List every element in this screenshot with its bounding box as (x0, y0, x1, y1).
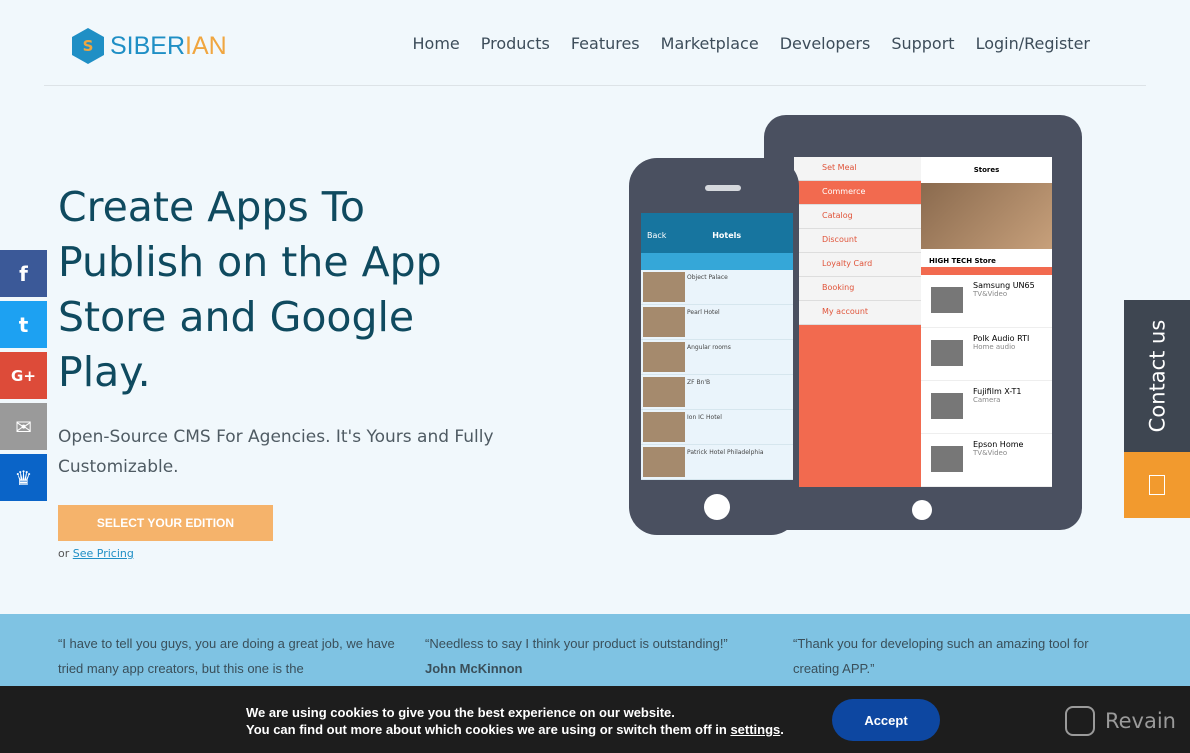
store-name: HIGH TECH Store (921, 249, 1052, 275)
store-image (921, 183, 1052, 249)
phone-home-button (704, 494, 730, 520)
product-name: Fujifilm X-T1 (973, 387, 1022, 396)
select-edition-button[interactable]: SELECT YOUR EDITION (58, 505, 273, 541)
hotel-row: Ion IC Hotel (641, 410, 793, 445)
hotel-name: Ion IC Hotel (687, 414, 722, 421)
cookie-line-2: You can find out more about which cookie… (246, 722, 727, 737)
product-item: Samsung UN65 TV&Video (921, 275, 1052, 328)
google-plus-icon[interactable]: G+ (0, 352, 47, 399)
see-pricing-link[interactable]: See Pricing (73, 547, 134, 560)
accept-cookies-button[interactable]: Accept (832, 699, 940, 741)
back-label: Back (647, 231, 667, 240)
product-category: TV&Video (973, 449, 1008, 457)
logo-text-2: IAN (185, 31, 227, 60)
testimonial: “Needless to say I think your product is… (425, 631, 785, 681)
crown-icon[interactable]: ♛ (0, 454, 47, 501)
cookie-banner: We are using cookies to give you the bes… (0, 686, 1190, 753)
hotel-name: Patrick Hotel Philadelphia (687, 449, 764, 456)
menu-item: Discount (794, 229, 921, 253)
revain-label: Revain (1104, 709, 1176, 733)
tablet-home-button (912, 500, 932, 520)
product-name: Samsung UN65 (973, 281, 1035, 290)
nav-marketplace[interactable]: Marketplace (661, 34, 759, 53)
tablet-mockup: Set Meal Commerce Catalog Discount Loyal… (764, 115, 1082, 530)
revain-badge[interactable]: Revain (1064, 706, 1176, 736)
nav-developers[interactable]: Developers (780, 34, 871, 53)
revain-logo-icon (1064, 706, 1095, 736)
hotel-name: Angular rooms (687, 344, 731, 351)
menu-item: My account (794, 301, 921, 325)
product-item: Fujifilm X-T1 Camera (921, 381, 1052, 434)
nav-features[interactable]: Features (571, 34, 640, 53)
hotel-name: Object Palace (687, 274, 728, 281)
phone-nav-bar: Back Hotels (641, 213, 793, 253)
menu-item: Catalog (794, 205, 921, 229)
phone-tabs (641, 253, 793, 270)
logo-text-1: SIBER (110, 31, 186, 60)
hotel-row: ZF Bn'B (641, 375, 793, 410)
hotel-row: Patrick Hotel Philadelphia (641, 445, 793, 480)
product-item: Polk Audio RTI Home audio (921, 328, 1052, 381)
cookie-line-1: We are using cookies to give you the bes… (246, 705, 675, 720)
testimonial: “Thank you for developing such an amazin… (793, 636, 1089, 676)
twitter-icon[interactable]: t (0, 301, 47, 348)
hotel-row: Object Palace (641, 270, 793, 305)
testimonial-author: John McKinnon (425, 661, 523, 676)
pricing-line: or See Pricing (58, 547, 134, 560)
product-category: Camera (973, 396, 1001, 404)
contact-us-label: Contact us (1145, 319, 1170, 433)
testimonials: “I have to tell you guys, you are doing … (0, 614, 1190, 686)
menu-item: Booking (794, 277, 921, 301)
product-name: Polk Audio RTI (973, 334, 1030, 343)
menu-item: Set Meal (794, 157, 921, 181)
app-menu: Set Meal Commerce Catalog Discount Loyal… (794, 157, 921, 487)
email-icon[interactable]: ✉ (0, 403, 47, 450)
main-nav: Home Products Features Marketplace Devel… (413, 34, 1091, 53)
product-category: TV&Video (973, 290, 1008, 298)
hotel-name: Pearl Hotel (687, 309, 720, 316)
menu-item: Commerce (794, 181, 921, 205)
hotels-title: Hotels (712, 231, 742, 240)
testimonial: “I have to tell you guys, you are doing … (58, 636, 395, 676)
phone-mockup: Back Hotels Object Palace Pearl Hotel Ang… (629, 158, 799, 535)
stores-screen: Stores HIGH TECH Store Samsung UN65 TV&Vi… (921, 157, 1052, 487)
hero-subtitle: Open-Source CMS For Agencies. It's Yours… (58, 427, 494, 477)
nav-support[interactable]: Support (891, 34, 954, 53)
header: S SIBERIAN Home Products Features Market… (44, 0, 1146, 86)
nav-products[interactable]: Products (481, 34, 550, 53)
product-category: Home audio (973, 343, 1016, 351)
nav-login[interactable]: Login/Register (976, 34, 1090, 53)
hotel-row: Angular rooms (641, 340, 793, 375)
or-text: or (58, 547, 70, 560)
product-item: Epson Home TV&Video (921, 434, 1052, 487)
menu-item: Loyalty Card (794, 253, 921, 277)
contact-icon[interactable] (1124, 452, 1190, 518)
hotel-name: ZF Bn'B (687, 379, 711, 386)
cookie-message: We are using cookies to give you the bes… (246, 704, 784, 738)
logo[interactable]: S SIBERIAN (72, 28, 227, 64)
testimonial-text: “Needless to say I think your product is… (425, 636, 728, 651)
logo-icon: S (72, 28, 104, 64)
settings-link[interactable]: settings (730, 722, 780, 737)
hotel-row: Pearl Hotel (641, 305, 793, 340)
nav-home[interactable]: Home (413, 34, 460, 53)
stores-title: Stores (973, 166, 1000, 174)
social-share-bar: f t G+ ✉ ♛ (0, 250, 47, 505)
hero-title: Create Apps To Publish on the App Store … (58, 183, 442, 396)
contact-us-tab[interactable]: Contact us (1124, 300, 1190, 518)
facebook-icon[interactable]: f (0, 250, 47, 297)
phone-speaker (705, 185, 741, 191)
product-name: Epson Home (973, 440, 1024, 449)
period: . (780, 722, 784, 737)
